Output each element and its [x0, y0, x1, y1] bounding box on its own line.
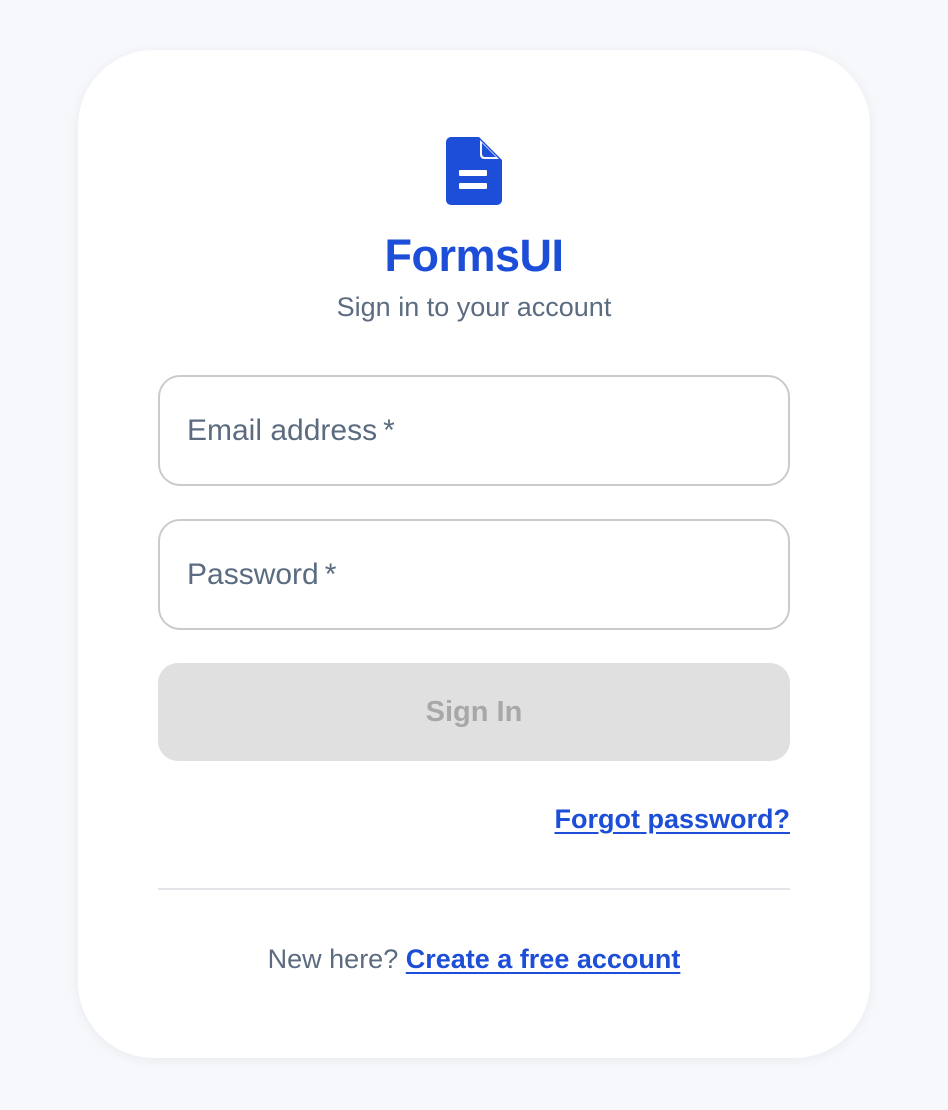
divider: [158, 888, 790, 890]
document-icon: [446, 137, 502, 205]
create-account-link[interactable]: Create a free account: [406, 944, 681, 974]
signup-prompt: New here? Create a free account: [78, 942, 870, 976]
sign-in-button[interactable]: Sign In: [158, 663, 790, 761]
login-card: FormsUI Sign in to your account Email ad…: [78, 50, 870, 1058]
password-field[interactable]: Password *: [158, 519, 790, 630]
email-input[interactable]: [160, 377, 788, 484]
brand-name: FormsUI: [384, 230, 564, 281]
forgot-password-link[interactable]: Forgot password?: [555, 802, 791, 836]
page-subtitle: Sign in to your account: [336, 292, 612, 322]
password-input[interactable]: [160, 521, 788, 628]
signup-prompt-text: New here?: [267, 944, 399, 974]
email-field[interactable]: Email address *: [158, 375, 790, 486]
